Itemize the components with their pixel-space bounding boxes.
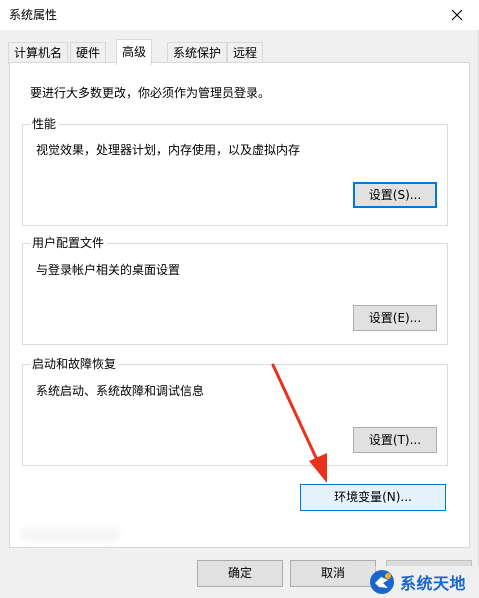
tab-hardware[interactable]: 硬件 <box>70 42 107 64</box>
startup-recovery-description: 系统启动、系统故障和调试信息 <box>36 384 205 398</box>
user-profiles-description: 与登录帐户相关的桌面设置 <box>36 263 181 277</box>
environment-variables-button[interactable]: 环境变量(N)... <box>300 484 446 511</box>
tab-system-protection[interactable]: 系统保护 <box>167 42 228 64</box>
startup-recovery-group: 启动和故障恢复 系统启动、系统故障和调试信息 设置(T)... <box>22 357 448 466</box>
watermark-text: 系统天地 <box>400 574 467 593</box>
performance-group: 性能 视觉效果，处理器计划，内存使用，以及虚拟内存 设置(S)... <box>22 117 448 226</box>
watermark-logo-icon <box>370 570 394 594</box>
admin-notice: 要进行大多数更改，你必须作为管理员登录。 <box>30 86 271 100</box>
performance-settings-button[interactable]: 设置(S)... <box>353 182 437 208</box>
tab-advanced[interactable]: 高级 <box>116 39 153 65</box>
system-properties-window: 系统属性 计算机名 硬件 高级 系统保护 远程 要进行大多数更改，你必须作为管理… <box>0 0 479 598</box>
title-bar: 系统属性 <box>0 0 479 30</box>
close-button[interactable] <box>435 0 479 30</box>
user-profiles-group: 用户配置文件 与登录帐户相关的桌面设置 设置(E)... <box>22 236 448 345</box>
performance-description: 视觉效果，处理器计划，内存使用，以及虚拟内存 <box>36 143 301 157</box>
performance-group-title: 性能 <box>30 117 60 131</box>
startup-recovery-group-title: 启动和故障恢复 <box>30 357 120 371</box>
close-icon <box>451 9 463 21</box>
watermark: 系统天地 <box>368 566 479 598</box>
window-title: 系统属性 <box>9 8 58 22</box>
user-profiles-group-title: 用户配置文件 <box>30 236 108 250</box>
blurred-region <box>20 527 120 541</box>
user-profiles-settings-button[interactable]: 设置(E)... <box>353 305 437 331</box>
tab-remote[interactable]: 远程 <box>227 42 264 64</box>
tab-computer-name[interactable]: 计算机名 <box>8 42 69 64</box>
advanced-tab-panel: 要进行大多数更改，你必须作为管理员登录。 性能 视觉效果，处理器计划，内存使用，… <box>9 62 470 548</box>
startup-recovery-settings-button[interactable]: 设置(T)... <box>353 427 437 453</box>
ok-button[interactable]: 确定 <box>197 560 283 587</box>
cancel-button[interactable]: 取消 <box>290 560 376 587</box>
